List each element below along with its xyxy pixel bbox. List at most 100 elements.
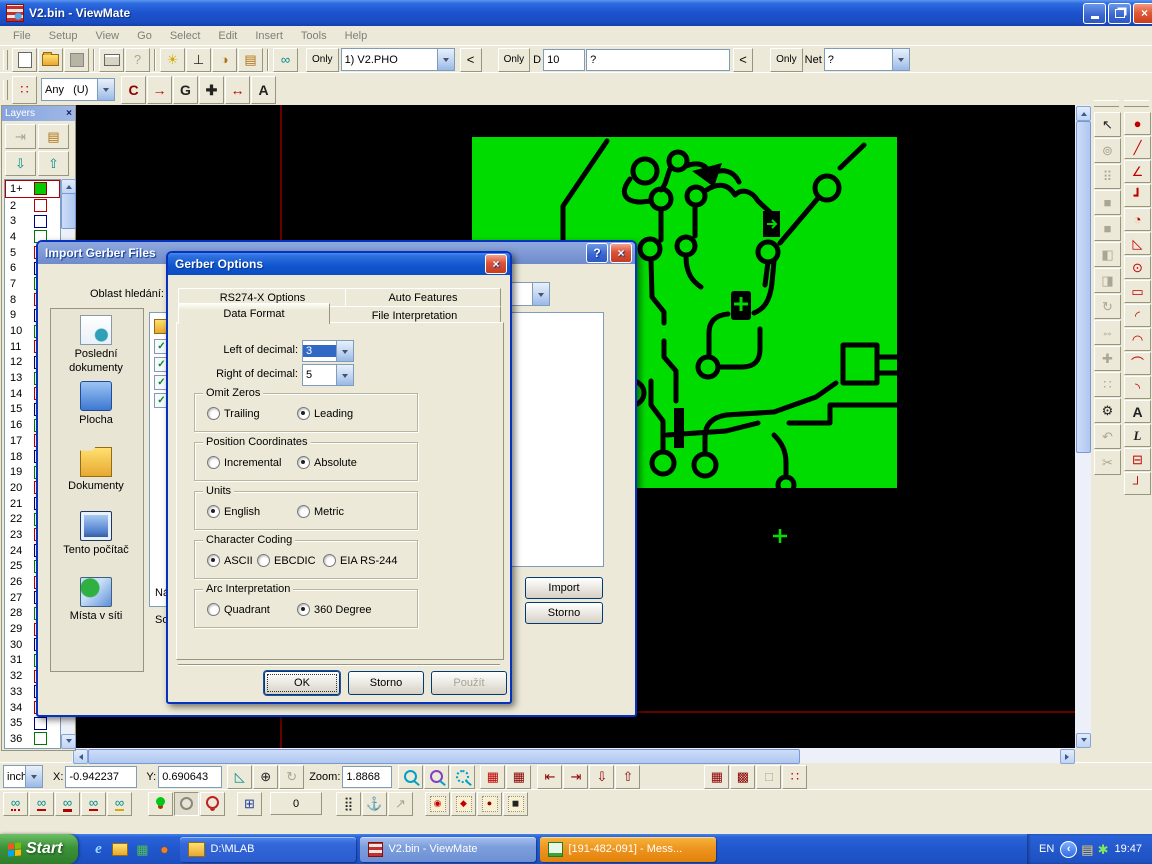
menu-item-file[interactable]: File [4,28,40,44]
step-grid-button[interactable]: ▦ [704,765,729,789]
pointer-tool[interactable]: ↖ [1094,112,1121,137]
gerber-cancel-button[interactable]: Storno [348,671,424,695]
zoom-select-button[interactable] [450,765,475,789]
hide-tray-icons-button[interactable]: ‹ [1060,841,1077,858]
prev-dcode-button[interactable]: < [733,48,753,72]
layer-colors-button[interactable]: ▤ [238,48,263,72]
view-layers-button[interactable]: ∞ [3,792,28,816]
corner-tool[interactable]: ┛ [1124,184,1151,207]
pan-left-button[interactable]: ⇤ [537,765,562,789]
tab-data-format[interactable]: Data Format [178,303,330,324]
text-tool[interactable]: A [1124,400,1151,423]
radio-ascii[interactable]: ASCII [207,554,253,567]
goto-next-button[interactable]: → [147,76,172,104]
help-book-quicklaunch[interactable]: ▦ [132,838,152,860]
pad-select-button[interactable]: ∷ [12,76,37,104]
english-radio-icon[interactable] [207,505,220,518]
incremental-radio-icon[interactable] [207,456,220,469]
place-posledn-dokumenty[interactable]: Poslední dokumenty [51,315,141,376]
menu-item-insert[interactable]: Insert [246,28,292,44]
layer-swatch[interactable] [34,732,47,745]
save-button[interactable] [64,48,89,72]
radio-quadrant[interactable]: Quadrant [207,603,270,616]
quadrant-radio-icon[interactable] [207,603,220,616]
pane-layout-button[interactable]: ⊞ [237,792,262,816]
grid-dialog-button[interactable]: ▦ [480,765,505,789]
lamp-off-button[interactable] [174,792,199,816]
view-outline-button[interactable]: ∞ [81,792,106,816]
circle-tool[interactable]: ⊙ [1124,256,1151,279]
gerber-dialog-titlebar[interactable]: Gerber Options × [168,253,510,275]
pad-tool[interactable]: ● [1124,112,1151,135]
left-of-decimal-combo[interactable]: 3 [302,340,354,362]
taskbar-task-1[interactable]: D:\MLAB [180,837,356,862]
x-coord-input[interactable] [65,766,137,788]
angle-measure-button[interactable]: ◺ [227,765,252,789]
import-help-button[interactable]: ? [586,243,608,263]
taskbar-task-2[interactable]: V2.bin - ViewMate [360,837,536,862]
apply-button[interactable]: Použít [431,671,507,695]
arc-tool[interactable]: ◠ [1124,328,1151,351]
layer-row-2[interactable]: 2 [5,198,60,214]
layer-row-3[interactable]: 3 [5,213,60,229]
layer-up-button[interactable]: ⇧ [38,151,69,176]
degree-360-radio-icon[interactable] [297,603,310,616]
eia-rs244-radio-icon[interactable] [323,554,336,567]
array-tool[interactable]: ∷ [1094,372,1121,397]
move-to-layer-button[interactable]: ⇥ [5,124,36,149]
firefox-quicklaunch[interactable]: ● [154,838,174,860]
radio-english[interactable]: English [207,505,260,518]
menu-item-edit[interactable]: Edit [209,28,246,44]
menu-item-select[interactable]: Select [161,28,210,44]
layer-swatch[interactable] [34,717,47,730]
aperture-fill-button[interactable]: ◆ [451,792,476,816]
edit-toolbar-grip[interactable] [3,80,8,100]
net-select-arrow[interactable] [892,49,909,70]
look-in-arrow[interactable] [532,283,549,305]
toolbar-grip[interactable] [3,50,8,70]
left-of-decimal-arrow[interactable] [336,341,353,361]
text-a-button[interactable]: A [251,76,276,104]
scroll-right-button[interactable] [1060,749,1075,764]
item-type-combo[interactable]: Any (U) [41,78,115,101]
goto-g-button[interactable]: G [173,76,198,104]
fill-alt-tool[interactable]: ■ [1094,216,1121,241]
import-close-button[interactable]: × [610,243,632,263]
prev-layer-button[interactable]: < [460,48,482,72]
scale-tool[interactable]: ⇔ [1094,320,1121,345]
arc-ccw-tool[interactable]: ◜ [1124,304,1151,327]
chord-tool[interactable]: ⌒ [1124,352,1151,375]
scroll-up-button[interactable] [1076,106,1091,121]
tab-auto-features[interactable]: Auto Features [345,288,501,307]
film-view-button[interactable]: ∞ [273,48,298,72]
transfer-tool[interactable]: ⊚ [1094,138,1121,163]
dimension-tool[interactable]: ⊟ [1124,448,1151,471]
origin-button[interactable]: ⊕ [253,765,278,789]
aperture-flash-button[interactable]: ◉ [425,792,450,816]
pan-right-button[interactable]: ⇥ [563,765,588,789]
triangle-tool[interactable]: ◺ [1124,232,1151,255]
select-toolbar-grip[interactable] [1094,100,1119,107]
highlight-lamp-button[interactable] [200,792,225,816]
layer-scroll-thumb[interactable] [61,193,76,229]
icq-tray-icon[interactable]: ✱ [1098,843,1109,856]
ebcdic-radio-icon[interactable] [257,554,270,567]
language-indicator[interactable]: EN [1039,843,1054,855]
canvas-hscrollbar[interactable] [72,748,1075,763]
radio-absolute[interactable]: Absolute [297,456,357,469]
layer-select-combo[interactable]: 1) V2.PHO [341,48,455,71]
refresh-on-button[interactable] [148,792,173,816]
import-cancel-button[interactable]: Storno [525,602,603,624]
scroll-left-button[interactable] [73,749,88,764]
context-help-button[interactable]: ? [125,48,150,72]
show-all-button[interactable]: ☀ [160,48,185,72]
folder-quicklaunch[interactable] [110,838,130,860]
canvas-vscrollbar[interactable] [1075,105,1091,748]
grid-dots-button[interactable]: ⣿ [336,792,361,816]
trailing-radio-icon[interactable] [207,407,220,420]
radio-360-degree[interactable]: 360 Degree [297,603,372,616]
mail-tray-icon[interactable]: ▤ [1081,843,1093,856]
menu-item-setup[interactable]: Setup [40,28,87,44]
layer-swatch[interactable] [34,215,47,228]
unit-arrow[interactable] [25,766,42,787]
